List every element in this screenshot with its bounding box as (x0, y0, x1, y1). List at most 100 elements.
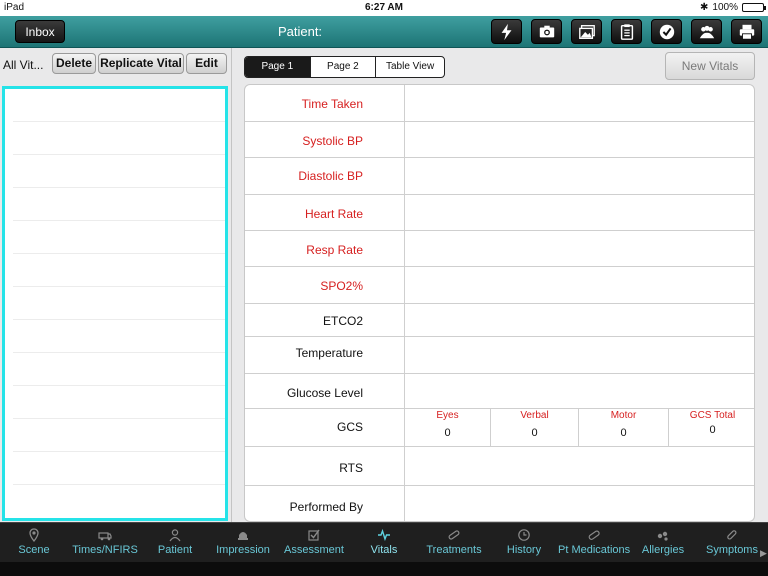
tab-vitals[interactable]: Vitals (364, 523, 404, 563)
battery-icon (742, 3, 766, 12)
tab-impression-label: Impression (216, 544, 270, 556)
glucose-label: Glucose Level (286, 386, 363, 400)
clock: 6:27 AM (365, 2, 403, 13)
tab-history-label: History (506, 544, 542, 556)
rts-label: RTS (339, 461, 363, 475)
tab-treatments[interactable]: Treatments (424, 523, 484, 563)
battery-percent: 100% (712, 2, 738, 13)
list-item[interactable] (13, 287, 225, 320)
inbox-button[interactable]: Inbox (15, 20, 65, 43)
tab-table-view[interactable]: Table View (375, 57, 444, 77)
clock-icon (518, 529, 530, 541)
lightning-button[interactable] (491, 19, 522, 44)
gcs-motor-cell[interactable]: Motor 0 (578, 409, 668, 446)
vitals-form: Time Taken Systolic BP Diastolic BP Hear… (244, 84, 755, 522)
etco2-row[interactable]: ETCO2 (245, 304, 754, 337)
gcs-verbal-label: Verbal (520, 410, 549, 421)
replicate-vital-button[interactable]: Replicate Vital (98, 53, 184, 74)
tab-allergies[interactable]: Allergies (640, 523, 686, 563)
rts-row[interactable]: RTS (245, 447, 754, 486)
edit-button[interactable]: Edit (186, 53, 227, 74)
tab-assessment[interactable]: Assessment (282, 523, 346, 563)
tab-scene[interactable]: Scene (12, 523, 56, 563)
tab-times-nfirs[interactable]: Times/NFIRS (68, 523, 142, 563)
heart-rate-label: Heart Rate (304, 207, 363, 221)
tab-page-1[interactable]: Page 1 (245, 57, 310, 77)
patient-title: Patient: (277, 24, 323, 39)
spo2-row[interactable]: SPO2% (245, 267, 754, 304)
list-item[interactable] (13, 221, 225, 254)
tab-allergies-label: Allergies (641, 544, 685, 556)
etco2-label: ETCO2 (322, 314, 363, 328)
resp-rate-row[interactable]: Resp Rate (245, 231, 754, 267)
temperature-label: Temperature (295, 346, 363, 360)
new-vitals-button[interactable]: New Vitals (665, 52, 755, 80)
list-item[interactable] (13, 452, 225, 485)
clipboard-button[interactable] (611, 19, 642, 44)
tab-bar-base (0, 562, 768, 576)
tab-vitals-label: Vitals (370, 544, 398, 556)
list-item[interactable] (13, 386, 225, 419)
list-item[interactable] (13, 419, 225, 452)
vitals-list-toolbar: All Vit... Delete Replicate Vital Edit (0, 48, 232, 82)
gcs-label: GCS (336, 420, 363, 434)
spo2-label: SPO2% (320, 279, 363, 293)
app-header: Inbox Patient: (0, 16, 768, 48)
people-button[interactable] (691, 19, 722, 44)
status-bar: iPad 6:27 AM ✱ 100% (0, 0, 768, 16)
tab-patient-label: Patient (157, 544, 193, 556)
status-right: ✱ 100% (700, 2, 766, 13)
performed-by-row[interactable]: Performed By (245, 486, 754, 521)
list-item[interactable] (13, 89, 225, 122)
time-taken-row[interactable]: Time Taken (245, 85, 754, 122)
gcs-verbal-value: 0 (531, 427, 538, 439)
glucose-row[interactable]: Glucose Level (245, 374, 754, 409)
camera-button[interactable] (531, 19, 562, 44)
map-pin-icon (29, 528, 39, 542)
diastolic-row[interactable]: Diastolic BP (245, 158, 754, 195)
vitals-list[interactable] (2, 86, 228, 521)
checkmark-button[interactable] (651, 19, 682, 44)
list-item[interactable] (13, 122, 225, 155)
tab-page-2[interactable]: Page 2 (309, 57, 376, 77)
clipboard-icon (620, 23, 633, 40)
list-item[interactable] (13, 155, 225, 188)
list-item[interactable] (13, 320, 225, 353)
tab-scene-label: Scene (18, 544, 50, 556)
tab-assessment-label: Assessment (284, 544, 344, 556)
thermometer-icon (727, 530, 737, 540)
delete-button[interactable]: Delete (52, 53, 96, 74)
systolic-label: Systolic BP (302, 134, 363, 148)
systolic-row[interactable]: Systolic BP (245, 122, 754, 158)
list-item[interactable] (13, 188, 225, 221)
gcs-total-label: GCS Total (689, 410, 736, 421)
bluetooth-icon: ✱ (700, 2, 709, 13)
tab-patient[interactable]: Patient (152, 523, 198, 563)
printer-icon (739, 24, 754, 40)
gcs-total-value: 0 (709, 424, 716, 436)
gcs-eyes-cell[interactable]: Eyes 0 (404, 409, 490, 446)
tab-pt-medications[interactable]: Pt Medications (558, 523, 630, 563)
checkbox-icon (308, 529, 320, 541)
printer-button[interactable] (731, 19, 762, 44)
dome-light-icon (238, 532, 248, 540)
page-segmented-control: Page 1 Page 2 Table View (244, 56, 445, 78)
bandage-icon (448, 530, 460, 540)
list-item[interactable] (13, 353, 225, 386)
tab-impression[interactable]: Impression (213, 523, 273, 563)
gcs-row: GCS Eyes 0 Verbal 0 Motor 0 GCS Total 0 (245, 409, 754, 447)
heart-rate-row[interactable]: Heart Rate (245, 195, 754, 231)
patient-icon (169, 529, 181, 542)
tab-scroll-arrow-icon[interactable]: ▶ (760, 548, 768, 562)
gcs-verbal-cell[interactable]: Verbal 0 (490, 409, 578, 446)
tab-times-nfirs-label: Times/NFIRS (72, 544, 138, 556)
gallery-button[interactable] (571, 19, 602, 44)
list-item[interactable] (13, 254, 225, 287)
all-vitals-label[interactable]: All Vit... (3, 58, 43, 72)
camera-icon (539, 25, 554, 37)
tab-history[interactable]: History (503, 523, 545, 563)
diastolic-label: Diastolic BP (298, 169, 363, 183)
tab-symptoms[interactable]: Symptoms (704, 523, 760, 563)
tab-treatments-label: Treatments (426, 544, 482, 556)
temperature-row[interactable]: Temperature (245, 337, 754, 374)
